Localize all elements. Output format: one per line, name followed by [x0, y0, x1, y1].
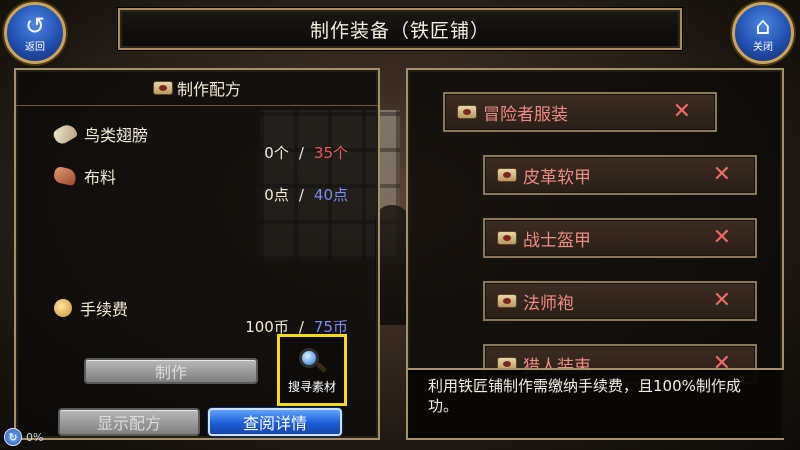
magnifier-icon	[297, 346, 328, 376]
search-material-label: 搜寻素材	[287, 379, 336, 394]
back-button[interactable]: ↺ 返回	[4, 2, 66, 64]
search-material-button[interactable]: 搜寻素材	[277, 334, 347, 406]
craft-button[interactable]: 制作	[84, 358, 258, 384]
material-name: 布料	[84, 168, 117, 187]
recipe-label: 皮革软甲	[523, 167, 591, 188]
close-icon[interactable]: ✕	[713, 290, 731, 312]
coins-icon	[54, 299, 72, 317]
scroll-icon	[497, 294, 517, 308]
back-label: 返回	[25, 41, 45, 53]
material-count-wing: 0个 / 35个	[264, 142, 348, 163]
count-separator: /	[298, 144, 304, 162]
recipe-label: 法师袍	[523, 293, 574, 314]
count-separator: /	[298, 186, 304, 204]
material-row-wing: 鸟类翅膀	[51, 121, 149, 147]
close-label: 关闭	[753, 41, 773, 53]
cloth-icon	[52, 165, 78, 187]
material-need: 35个	[313, 144, 348, 162]
scroll-icon	[457, 105, 477, 119]
refresh-icon[interactable]: ↻	[4, 428, 22, 446]
fee-name: 手续费	[80, 300, 129, 319]
material-have: 0个	[264, 144, 289, 162]
feather-icon	[51, 121, 79, 147]
back-icon: ↺	[24, 11, 46, 40]
title-banner: 制作装备（铁匠铺）	[118, 8, 682, 50]
status-percent: 0%	[26, 430, 44, 444]
recipe-item[interactable]: 战士盔甲 ✕	[483, 218, 757, 258]
recipe-item[interactable]: 冒险者服装 ✕	[443, 92, 717, 132]
scroll-icon	[497, 168, 517, 182]
show-recipe-button[interactable]: 显示配方	[58, 408, 200, 436]
material-need: 40点	[313, 186, 348, 204]
scroll-icon	[152, 80, 173, 95]
description-box: 利用铁匠铺制作需缴纳手续费，且100%制作成功。	[408, 368, 784, 438]
description-text: 利用铁匠铺制作需缴纳手续费，且100%制作成功。	[428, 377, 741, 415]
close-icon[interactable]: ✕	[713, 227, 731, 249]
close-icon[interactable]: ✕	[713, 164, 731, 186]
recipe-label: 冒险者服装	[483, 104, 568, 125]
view-details-button[interactable]: 查阅详情	[208, 408, 342, 436]
home-icon: ⌂	[755, 11, 771, 40]
material-row-cloth: 布料	[52, 164, 117, 188]
recipe-panel-title: 制作配方	[176, 79, 241, 99]
page-title: 制作装备（铁匠铺）	[309, 19, 490, 42]
material-name: 鸟类翅膀	[84, 126, 149, 145]
status-indicator: ↻ 0%	[4, 428, 43, 446]
scroll-icon	[497, 231, 517, 245]
close-icon[interactable]: ✕	[673, 101, 691, 123]
material-have: 0点	[264, 186, 289, 204]
material-count-cloth: 0点 / 40点	[264, 184, 348, 205]
background-character	[375, 205, 409, 325]
recipe-item[interactable]: 皮革软甲 ✕	[483, 155, 757, 195]
recipe-panel-header: 制作配方	[16, 70, 378, 106]
recipe-item[interactable]: 法师袍 ✕	[483, 281, 757, 321]
close-button[interactable]: ⌂ 关闭	[732, 2, 794, 64]
fee-row: 手续费	[54, 296, 128, 320]
recipe-label: 战士盔甲	[523, 230, 591, 251]
